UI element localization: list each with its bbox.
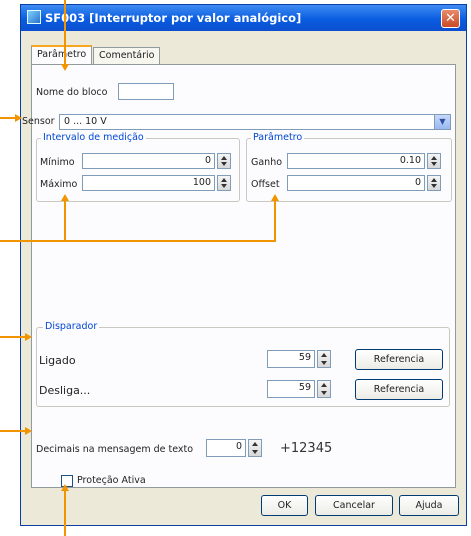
- max-input[interactable]: 100: [82, 175, 215, 191]
- callout-line-protection: [64, 490, 66, 536]
- callout-arrow-protection: [61, 484, 69, 491]
- parameter-group: Parâmetro Ganho 0.10 Offset 0: [246, 132, 452, 202]
- measurement-interval-title: Intervalo de medição: [41, 132, 146, 143]
- offset-spinner[interactable]: [427, 175, 441, 191]
- block-name-label: Nome do bloco: [36, 87, 108, 98]
- min-label: Mínimo: [40, 157, 75, 168]
- callout-line-trigger: [0, 336, 26, 338]
- tab-panel: Nome do bloco Sensor 0 ... 10 V ▼ Interv…: [22, 64, 456, 488]
- sensor-select[interactable]: 0 ... 10 V ▼: [59, 114, 451, 130]
- callout-arrow-measurement: [61, 194, 69, 201]
- tab-parametro[interactable]: Parâmetro: [31, 45, 93, 65]
- parameter-group-title: Parâmetro: [251, 132, 305, 143]
- on-spinner[interactable]: [317, 350, 331, 368]
- off-input[interactable]: 59: [267, 380, 315, 398]
- on-input[interactable]: 59: [267, 350, 315, 368]
- sensor-value: 0 ... 10 V: [64, 116, 107, 127]
- callout-line-decimals: [0, 430, 26, 432]
- callout-arrow-sensor: [15, 114, 22, 122]
- app-icon: [27, 10, 41, 24]
- callout-line-groups: [0, 240, 276, 242]
- measurement-interval-group: Intervalo de medição Mínimo 0 Máximo 100: [36, 132, 240, 202]
- min-spinner[interactable]: [217, 153, 231, 169]
- decimals-spinner[interactable]: [248, 439, 262, 457]
- callout-line-groups-right: [274, 200, 276, 242]
- dialog-window: SF003 [Interruptor por valor analógico] …: [20, 4, 467, 526]
- window-title: SF003 [Interruptor por valor analógico]: [45, 11, 302, 25]
- chevron-down-icon[interactable]: ▼: [434, 115, 450, 129]
- min-input[interactable]: 0: [82, 153, 215, 169]
- callout-arrow-decimals: [25, 427, 32, 435]
- callout-arrow-trigger: [25, 333, 32, 341]
- callout-line-groups-left: [64, 200, 66, 242]
- max-label: Máximo: [40, 179, 78, 190]
- off-spinner[interactable]: [317, 380, 331, 398]
- cancel-button[interactable]: Cancelar: [315, 495, 393, 516]
- tab-comentario[interactable]: Comentário: [93, 47, 161, 64]
- offset-input[interactable]: 0: [287, 175, 425, 191]
- protection-label: Proteção Ativa: [77, 475, 146, 486]
- decimals-input[interactable]: 0: [206, 439, 246, 457]
- offset-label: Offset: [251, 179, 280, 190]
- gain-label: Ganho: [251, 157, 283, 168]
- gain-input[interactable]: 0.10: [287, 153, 425, 169]
- on-label: Ligado: [39, 354, 76, 367]
- callout-line-sensor: [0, 117, 16, 119]
- trigger-title: Disparador: [43, 321, 100, 332]
- off-reference-button[interactable]: Referencia: [355, 379, 443, 400]
- trigger-group: Disparador Ligado 59 Referencia Desliga.…: [36, 321, 450, 407]
- gain-spinner[interactable]: [427, 153, 441, 169]
- title-bar[interactable]: SF003 [Interruptor por valor analógico] …: [21, 5, 466, 31]
- close-button[interactable]: ✕: [441, 9, 460, 28]
- callout-line-block-name: [64, 0, 66, 65]
- ok-button[interactable]: OK: [261, 495, 308, 516]
- sensor-label: Sensor: [22, 116, 55, 127]
- off-label: Desliga...: [39, 384, 91, 397]
- decimals-label: Decimais na mensagem de texto: [36, 444, 194, 455]
- help-button[interactable]: Ajuda: [399, 495, 459, 516]
- max-spinner[interactable]: [217, 175, 231, 191]
- callout-arrow-block-name: [61, 64, 69, 71]
- decimals-preview: +12345: [280, 441, 333, 456]
- block-name-input[interactable]: [118, 83, 174, 100]
- callout-arrow-parameter: [271, 194, 279, 201]
- on-reference-button[interactable]: Referencia: [355, 349, 443, 370]
